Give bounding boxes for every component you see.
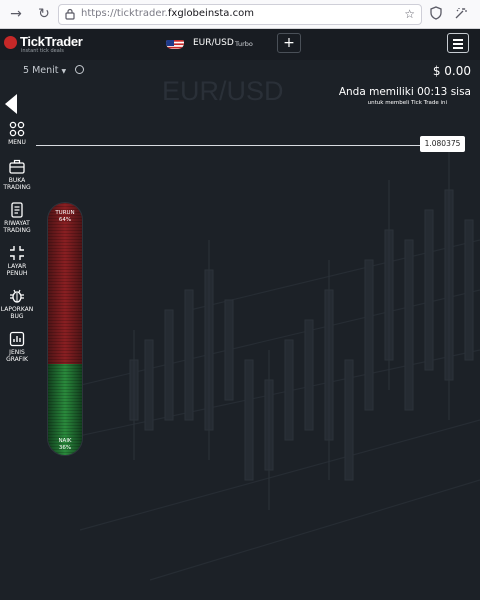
pair-selector[interactable]: EUR/USD — [193, 38, 234, 48]
us-flag-icon — [166, 37, 184, 49]
sidebar-item-label: BUG — [10, 313, 24, 320]
sidebar-item-chart-type[interactable]: JENIS GRAFIK — [0, 331, 34, 363]
document-icon — [11, 202, 23, 218]
chevron-down-icon: ▼ — [61, 68, 67, 75]
time-remaining-subtitle: untuk membeli Tick Trade ini — [367, 100, 447, 106]
pair-watermark: EUR/USD — [162, 76, 284, 106]
logo-tagline: instant tick deals — [21, 48, 64, 54]
collapse-sidebar-icon[interactable] — [5, 94, 17, 114]
sentiment-up-text: NAIK — [58, 438, 72, 444]
timeframe-label: 5 Menit — [23, 65, 59, 76]
extensions-icon[interactable] — [453, 6, 469, 22]
url-text: https://ticktrader.fxglobeinsta.com — [81, 8, 254, 19]
bug-icon — [10, 289, 24, 303]
sentiment-up-percent: 36% — [58, 445, 72, 451]
sidebar-item-label: GRAFIK — [6, 356, 28, 363]
clock-icon[interactable] — [75, 65, 84, 74]
bookmark-star-icon[interactable]: ☆ — [404, 7, 415, 21]
sentiment-down-text: TURUN — [55, 210, 75, 216]
add-chart-button[interactable]: + — [277, 33, 301, 53]
logo-text: TickTrader — [20, 34, 83, 49]
sentiment-down-percent: 64% — [58, 217, 72, 223]
sentiment-down-label: TURUN 64% — [48, 210, 82, 224]
browser-toolbar: → ↻ https://ticktrader.fxglobeinsta.com … — [0, 0, 480, 29]
sidebar-item-fullscreen[interactable]: LAYAR PENUH — [0, 245, 34, 277]
sidebar-item-open-trades[interactable]: BUKA TRADING — [0, 159, 34, 191]
sidebar-item-report-bug[interactable]: LAPORKAN BUG — [0, 288, 34, 320]
sidebar-item-label: JENIS — [9, 349, 25, 356]
sidebar-item-label: RIWAYAT — [4, 220, 30, 227]
reload-icon[interactable]: ↻ — [36, 6, 52, 22]
sidebar-item-label: PENUH — [6, 270, 28, 277]
sidebar-item-label: TRADING — [3, 227, 31, 234]
briefcase-icon — [9, 159, 25, 174]
chart-area[interactable]: EUR/USD 5 Menit ▼ $ 0.00 Anda memiliki 0… — [0, 60, 480, 600]
sidebar-item-menu[interactable]: MENU — [0, 121, 34, 146]
url-bar[interactable]: https://ticktrader.fxglobeinsta.com ☆ — [58, 4, 422, 25]
chart-type-icon — [9, 331, 25, 347]
sidebar-item-label: BUKA — [8, 177, 26, 184]
sentiment-bar: TURUN 64% NAIK 36% — [47, 202, 83, 456]
shield-icon[interactable] — [428, 6, 444, 22]
sidebar-item-label: MENU — [8, 139, 26, 146]
grid-icon — [9, 121, 25, 137]
sidebar-item-label: LAYAR — [7, 263, 27, 270]
sentiment-texture — [48, 203, 82, 455]
sentiment-up-label: NAIK 36% — [48, 438, 82, 452]
current-price-line — [36, 145, 421, 146]
logo-mark-icon — [4, 36, 17, 49]
timeframe-selector[interactable]: 5 Menit ▼ — [23, 65, 66, 76]
mode-label: Turbo — [235, 40, 253, 48]
sidebar-item-label: TRADING — [3, 184, 31, 191]
sidebar-item-label: LAPORKAN — [0, 306, 34, 313]
sidebar-item-trade-history[interactable]: RIWAYAT TRADING — [0, 202, 34, 234]
hamburger-menu-button[interactable] — [447, 33, 469, 53]
fullscreen-exit-icon — [10, 246, 24, 260]
current-price-label: 1.080375 — [420, 136, 465, 152]
account-balance: $ 0.00 — [432, 64, 471, 78]
lock-icon — [65, 8, 75, 20]
time-remaining: Anda memiliki 00:13 sisa — [338, 86, 471, 98]
back-icon[interactable]: → — [8, 6, 24, 22]
